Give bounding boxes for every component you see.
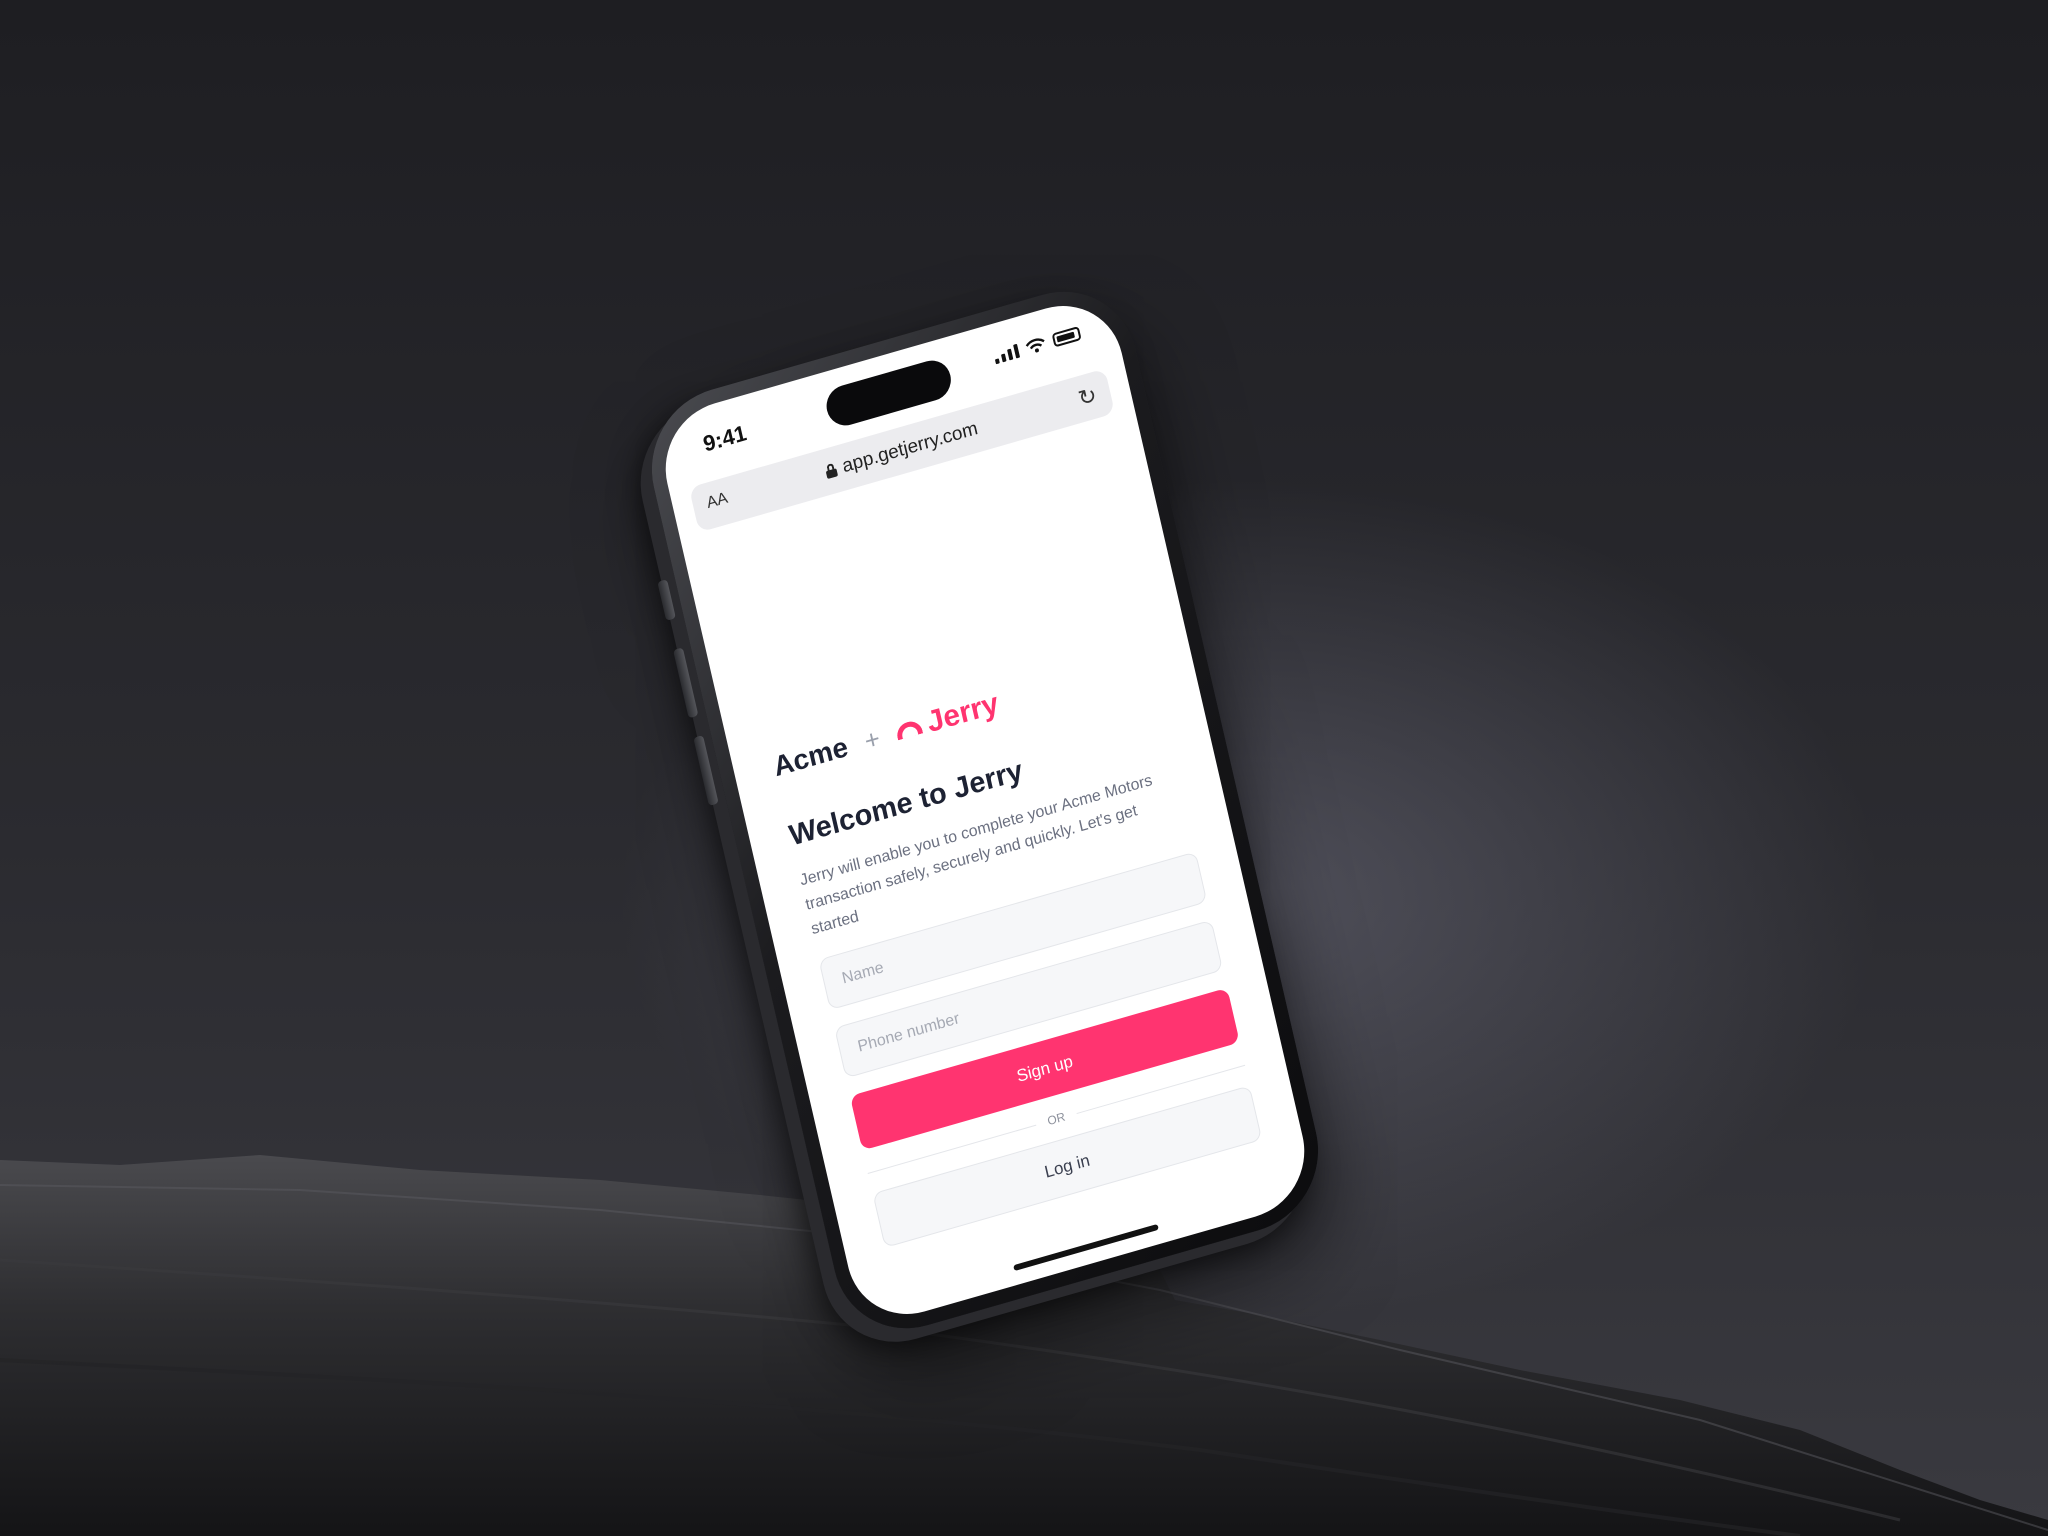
url-display[interactable]: app.getjerry.com: [824, 418, 980, 483]
jerry-logo-text: Jerry: [923, 686, 1002, 740]
reload-icon[interactable]: ↻: [1076, 382, 1099, 411]
or-label: OR: [1046, 1109, 1067, 1129]
status-icons: [993, 326, 1082, 365]
battery-icon: [1051, 326, 1082, 348]
jerry-logo: Jerry: [893, 687, 1002, 749]
signal-icon: [993, 343, 1021, 365]
partner-logo: Acme: [770, 730, 851, 783]
scene-background: 9:41 AA app.getjerry.com ↻ Acme + Jerry …: [0, 0, 2048, 1536]
lock-icon: [825, 462, 839, 479]
plus-sign: +: [861, 722, 883, 756]
signup-content: Acme + Jerry Welcome to Jerry Jerry will…: [770, 643, 1263, 1249]
url-text: app.getjerry.com: [840, 418, 980, 478]
status-time: 9:41: [700, 420, 749, 457]
text-size-button[interactable]: AA: [705, 490, 730, 513]
wifi-icon: [1025, 338, 1045, 353]
jerry-arc-icon: [895, 717, 924, 740]
